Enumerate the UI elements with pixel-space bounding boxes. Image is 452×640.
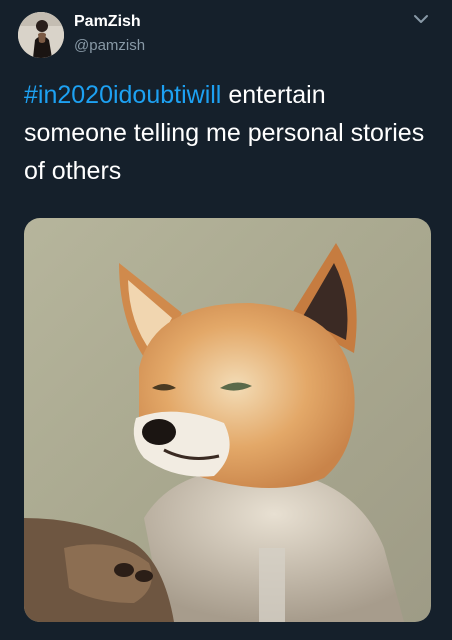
chevron-down-icon[interactable] [410,10,432,28]
hashtag-link[interactable]: #in2020idoubtiwill [24,81,221,109]
fox-image [24,218,431,622]
tweet-text: #in2020idoubtiwill entertain someone tel… [24,76,434,190]
avatar-image [18,12,64,58]
tweet-card[interactable]: PamZish @pamzish #in2020idoubtiwill ente… [0,0,452,640]
avatar[interactable] [18,12,64,58]
user-handle[interactable]: @pamzish [74,37,145,54]
tweet-photo[interactable] [24,218,431,622]
display-name[interactable]: PamZish [74,13,141,31]
